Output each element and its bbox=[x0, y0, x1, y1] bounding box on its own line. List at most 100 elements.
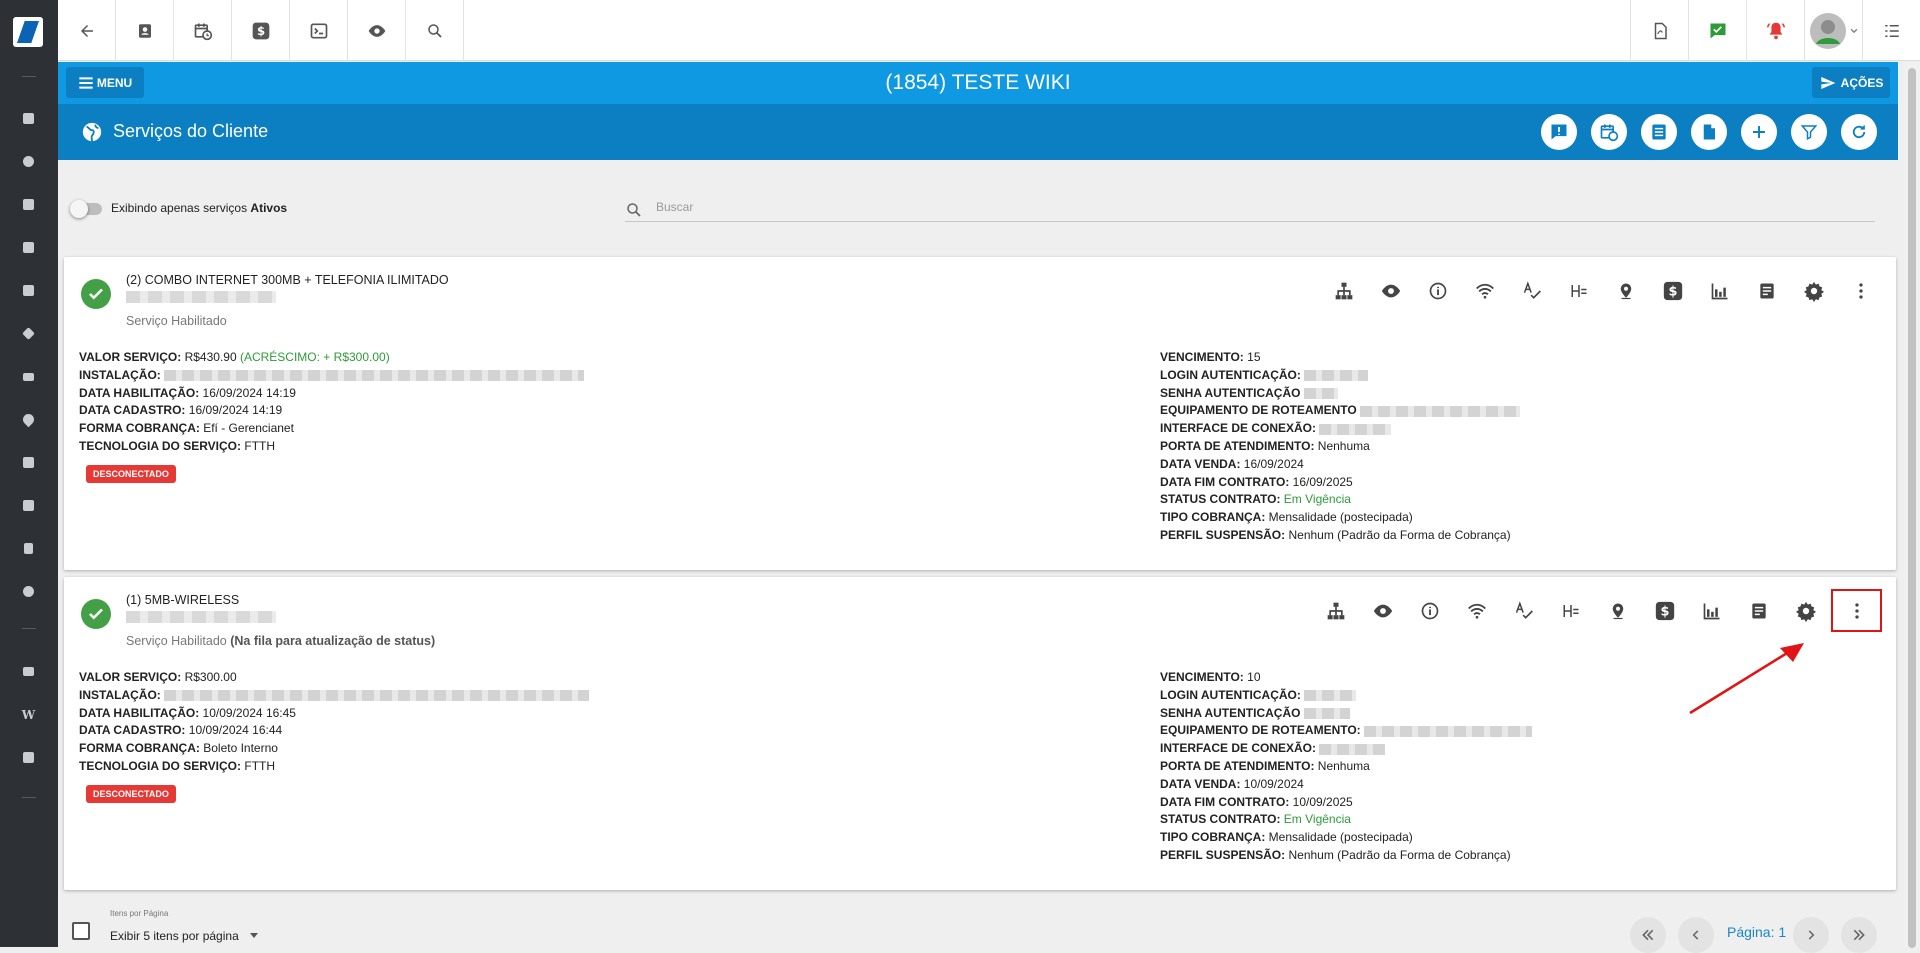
redacted-value bbox=[1360, 405, 1521, 417]
more-options-button[interactable] bbox=[1831, 589, 1882, 632]
select-all-checkbox[interactable] bbox=[72, 922, 90, 940]
finance-button[interactable]: $ bbox=[1651, 597, 1678, 624]
finance-button[interactable]: $ bbox=[1659, 277, 1686, 304]
notes-button[interactable] bbox=[1753, 277, 1780, 304]
filter-button[interactable] bbox=[1791, 114, 1827, 150]
location-button[interactable] bbox=[1604, 597, 1631, 624]
terminal-button[interactable] bbox=[290, 0, 348, 61]
items-per-page-select[interactable]: Exibir 5 itens por página bbox=[110, 929, 239, 943]
next-page-button[interactable] bbox=[1793, 917, 1829, 953]
cube-icon[interactable] bbox=[20, 325, 37, 342]
plus-icon bbox=[1753, 126, 1765, 138]
pdf-button[interactable] bbox=[1630, 0, 1688, 61]
chat-icon[interactable] bbox=[20, 749, 37, 766]
more-vertical-icon bbox=[1854, 602, 1859, 619]
user-menu-button[interactable] bbox=[1804, 0, 1862, 61]
dropdown-caret-icon[interactable] bbox=[250, 933, 258, 938]
book-icon[interactable] bbox=[20, 239, 37, 256]
more-options-button[interactable] bbox=[1847, 277, 1874, 304]
service-settings-button[interactable] bbox=[1800, 277, 1827, 304]
wifi-button[interactable] bbox=[1463, 597, 1490, 624]
search-input[interactable] bbox=[656, 200, 1856, 214]
status-text: Serviço Habilitado bbox=[126, 634, 227, 648]
document-button[interactable] bbox=[1691, 114, 1727, 150]
h-equals-button[interactable] bbox=[1565, 277, 1592, 304]
view-service-button[interactable] bbox=[1369, 597, 1396, 624]
consumption-chart-button[interactable] bbox=[1706, 277, 1733, 304]
client-header: MENU (1854) TESTE WIKI AÇÕES bbox=[58, 62, 1898, 104]
notes-button[interactable] bbox=[1745, 597, 1772, 624]
network-tree-button[interactable] bbox=[1322, 597, 1349, 624]
active-only-toggle[interactable] bbox=[70, 200, 102, 218]
wifi-button[interactable] bbox=[1471, 277, 1498, 304]
wifi-icon bbox=[1467, 603, 1486, 619]
previous-page-button[interactable] bbox=[1678, 917, 1714, 953]
dashboard-icon[interactable] bbox=[20, 110, 37, 127]
server-icon[interactable] bbox=[20, 497, 37, 514]
search-icon bbox=[627, 203, 641, 217]
schedule-button[interactable] bbox=[174, 0, 232, 61]
app-logo[interactable] bbox=[13, 17, 43, 47]
scrollbar-thumb[interactable] bbox=[1908, 68, 1916, 948]
field-label: DATA VENDA: bbox=[1160, 456, 1241, 471]
wiki-icon[interactable]: W bbox=[20, 706, 37, 723]
field-value: Em Vigência bbox=[1283, 492, 1351, 507]
money-icon[interactable] bbox=[20, 368, 37, 385]
field-label: PORTA DE ATENDIMENTO: bbox=[1160, 438, 1315, 453]
check-circle-icon bbox=[81, 599, 111, 629]
file-icon[interactable] bbox=[20, 540, 37, 557]
alert-message-button[interactable] bbox=[1541, 114, 1577, 150]
field-value: Mensalidade (postecipada) bbox=[1268, 510, 1413, 525]
scrollbar[interactable] bbox=[1904, 62, 1920, 948]
page-title: Serviços do Cliente bbox=[113, 121, 269, 141]
field-equipamento: EQUIPAMENTO DE ROTEAMENTO bbox=[1160, 402, 1521, 420]
consumption-chart-button[interactable] bbox=[1698, 597, 1725, 624]
field-value: FTTH bbox=[244, 438, 276, 453]
check-circle-icon bbox=[81, 279, 111, 309]
field-value: Efí - Gerencianet bbox=[203, 421, 294, 436]
contact-card-icon[interactable] bbox=[20, 196, 37, 213]
redacted-value bbox=[1319, 423, 1392, 435]
sidebar: W bbox=[0, 0, 58, 947]
spellcheck-button[interactable] bbox=[1510, 597, 1537, 624]
map-pin-icon[interactable] bbox=[20, 411, 37, 428]
service-settings-button[interactable] bbox=[1792, 597, 1819, 624]
spellcheck-button[interactable] bbox=[1518, 277, 1545, 304]
info-button[interactable] bbox=[1424, 277, 1451, 304]
view-service-button[interactable] bbox=[1377, 277, 1404, 304]
list-view-button[interactable] bbox=[1641, 114, 1677, 150]
field-label: STATUS CONTRATO: bbox=[1160, 492, 1281, 507]
list-icon[interactable] bbox=[20, 454, 37, 471]
location-button[interactable] bbox=[1612, 277, 1639, 304]
view-button[interactable] bbox=[348, 0, 406, 61]
history-button[interactable] bbox=[1591, 114, 1627, 150]
settings-icon[interactable] bbox=[20, 583, 37, 600]
field-vencimento: VENCIMENTO: 15 bbox=[1160, 349, 1520, 367]
video-icon[interactable] bbox=[20, 663, 37, 680]
field-vencimento: VENCIMENTO: 10 bbox=[1160, 669, 1532, 687]
sidebar-divider bbox=[22, 628, 36, 629]
search-button[interactable] bbox=[406, 0, 464, 61]
add-service-button[interactable] bbox=[1741, 114, 1777, 150]
finance-button[interactable]: $ bbox=[232, 0, 290, 61]
service-name[interactable]: (1) 5MB-WIRELESS bbox=[126, 593, 239, 607]
notifications-button[interactable] bbox=[1746, 0, 1804, 61]
refresh-button[interactable] bbox=[1841, 114, 1877, 150]
network-tree-button[interactable] bbox=[1330, 277, 1357, 304]
list-menu-button[interactable] bbox=[1862, 0, 1920, 61]
actions-button[interactable]: AÇÕES bbox=[1812, 67, 1890, 98]
h-equals-button[interactable] bbox=[1557, 597, 1584, 624]
info-button[interactable] bbox=[1416, 597, 1443, 624]
tasks-button[interactable] bbox=[1688, 0, 1746, 61]
service-name[interactable]: (2) COMBO INTERNET 300MB + TELEFONIA ILI… bbox=[126, 273, 449, 287]
service-details-right: VENCIMENTO: 15 LOGIN AUTENTICAÇÃO: SENHA… bbox=[1160, 349, 1521, 545]
back-button[interactable] bbox=[58, 0, 116, 61]
field-value: Boleto Interno bbox=[203, 741, 278, 756]
field-data-cadastro: DATA CADASTRO: 16/09/2024 14:19 bbox=[79, 402, 584, 420]
pie-chart-icon[interactable] bbox=[20, 153, 37, 170]
calendar-icon[interactable] bbox=[20, 282, 37, 299]
last-page-button[interactable] bbox=[1841, 917, 1877, 953]
first-page-button[interactable] bbox=[1630, 917, 1666, 953]
client-card-button[interactable] bbox=[116, 0, 174, 61]
double-chevron-right-icon bbox=[1853, 929, 1865, 941]
